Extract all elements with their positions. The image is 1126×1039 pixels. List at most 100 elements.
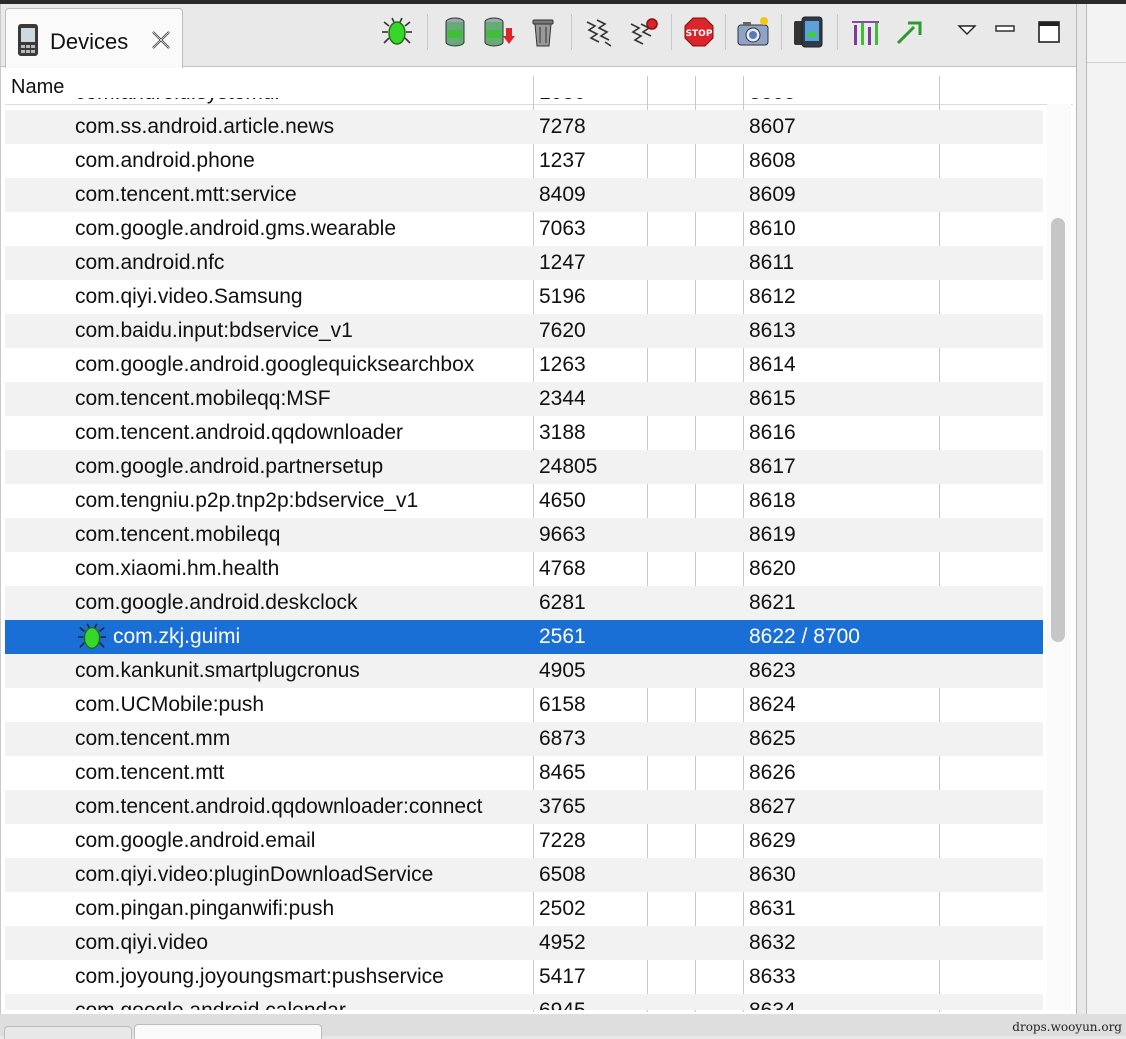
- minimize-icon[interactable]: [987, 14, 1023, 50]
- dump-hprof-icon[interactable]: [481, 14, 517, 50]
- process-name: com.tencent.mobileqq: [75, 523, 281, 546]
- table-row[interactable]: com.android.phone 1237 8608: [5, 144, 1043, 178]
- table-row[interactable]: com.tencent.mtt:service 8409 8609: [5, 178, 1043, 212]
- toolbar-separator: [781, 14, 782, 50]
- table-row[interactable]: com.joyoung.joyoungsmart:pushservice 5417…: [5, 960, 1043, 994]
- debug-port: 8609: [749, 183, 796, 206]
- table-row[interactable]: com.ss.android.article.news 7278 8607: [5, 110, 1043, 144]
- process-name: com.google.android.deskclock: [75, 591, 358, 614]
- table-row[interactable]: com.qiyi.video:pluginDownloadService 6508…: [5, 858, 1043, 892]
- start-method-profiling-icon[interactable]: [625, 14, 661, 50]
- process-name: com.tencent.mm: [75, 727, 231, 750]
- process-pid: 8409: [539, 183, 586, 206]
- table-row[interactable]: com.tengniu.p2p.tnp2p:bdservice_v1 4650 86…: [5, 484, 1043, 518]
- debug-port: 8625: [749, 727, 796, 750]
- process-name: com.qiyi.video:pluginDownloadService: [75, 863, 434, 886]
- debug-port: 8612: [749, 285, 796, 308]
- table-row[interactable]: com.google.android.partnersetup 24805 8617: [5, 450, 1043, 484]
- debug-port: 8630: [749, 863, 796, 886]
- table-row[interactable]: com.google.android.googlequicksearchbox 1…: [5, 348, 1043, 382]
- bottom-tab[interactable]: [4, 1026, 132, 1039]
- debug-port: 8629: [749, 829, 796, 852]
- table-row[interactable]: com.qiyi.video 4952 8632: [5, 926, 1043, 960]
- table-row[interactable]: com.tencent.mobileqq:MSF 2344 8615: [5, 382, 1043, 416]
- toolbar-separator: [571, 14, 572, 50]
- side-panel: [1086, 4, 1126, 1014]
- table-row[interactable]: com.baidu.input:bdservice_v1 7620 8613: [5, 314, 1043, 348]
- scrollbar-thumb[interactable]: [1051, 218, 1065, 642]
- debug-port: 8619: [749, 523, 796, 546]
- screen-capture-icon[interactable]: [735, 14, 771, 50]
- start-opengl-trace-icon[interactable]: [891, 14, 927, 50]
- process-name: com.tencent.mobileqq:MSF: [75, 387, 331, 410]
- process-name: com.tencent.android.qqdownloader:connect: [75, 795, 483, 818]
- process-name: com.android.nfc: [75, 251, 225, 274]
- systrace-icon[interactable]: [847, 14, 883, 50]
- process-name: com.zkj.guimi: [113, 625, 241, 648]
- table-row[interactable]: com.android.nfc 1247 8611: [5, 246, 1043, 280]
- table-row[interactable]: com.pingan.pinganwifi:push 2502 8631: [5, 892, 1043, 926]
- devices-view: Devices STOP Name com.ss.android.article…: [0, 4, 1077, 1014]
- update-heap-icon[interactable]: [437, 14, 473, 50]
- debug-port: 8617: [749, 455, 796, 478]
- process-pid: 5196: [539, 285, 586, 308]
- table-row[interactable]: com.tencent.android.qqdownloader:connect…: [5, 790, 1043, 824]
- debug-port: 8626: [749, 761, 796, 784]
- dump-view-hierarchy-icon[interactable]: [791, 14, 827, 50]
- table-row[interactable]: com.kankunit.smartplugcronus 4905 8623: [5, 654, 1043, 688]
- process-name: com.google.android.calendar: [75, 999, 346, 1010]
- table-row[interactable]: com.google.android.gms.wearable 7063 8610: [5, 212, 1043, 246]
- process-table: com.android.systemui 1030 8605 com.ss.andro…: [5, 98, 1043, 1010]
- table-row[interactable]: com.android.systemui 1030 8605: [5, 98, 1043, 110]
- process-pid: 2561: [539, 625, 586, 648]
- debug-port: 8624: [749, 693, 796, 716]
- table-row[interactable]: com.google.android.deskclock 6281 8621: [5, 586, 1043, 620]
- bottom-tab-active[interactable]: [134, 1024, 322, 1039]
- process-pid: 24805: [539, 455, 598, 478]
- debug-port: 8633: [749, 965, 796, 988]
- maximize-icon[interactable]: [1031, 14, 1067, 50]
- table-row[interactable]: com.google.android.email 7228 8629: [5, 824, 1043, 858]
- process-pid: 7620: [539, 319, 586, 342]
- process-name: com.UCMobile:push: [75, 693, 265, 716]
- process-name: com.pingan.pinganwifi:push: [75, 897, 335, 920]
- table-row[interactable]: com.tencent.mtt 8465 8626: [5, 756, 1043, 790]
- table-row[interactable]: com.xiaomi.hm.health 4768 8620: [5, 552, 1043, 586]
- table-row[interactable]: com.UCMobile:push 6158 8624: [5, 688, 1043, 722]
- process-name: com.tengniu.p2p.tnp2p:bdservice_v1: [75, 489, 419, 512]
- debug-port: 8616: [749, 421, 796, 444]
- process-pid: 7278: [539, 115, 586, 138]
- process-pid: 3188: [539, 421, 586, 444]
- cause-gc-icon[interactable]: [525, 14, 561, 50]
- update-threads-icon[interactable]: [581, 14, 617, 50]
- svg-text:STOP: STOP: [686, 29, 713, 39]
- table-row-selected[interactable]: com.zkj.guimi 2561 8622 / 8700: [5, 620, 1043, 654]
- tab-devices[interactable]: Devices: [5, 8, 183, 68]
- watermark: drops.wooyun.org: [1012, 1020, 1122, 1034]
- debug-port: 8618: [749, 489, 796, 512]
- debug-port: 8610: [749, 217, 796, 240]
- table-row[interactable]: com.tencent.mobileqq 9663 8619: [5, 518, 1043, 552]
- table-row[interactable]: com.tencent.mm 6873 8625: [5, 722, 1043, 756]
- process-pid: 1263: [539, 353, 586, 376]
- process-name: com.qiyi.video: [75, 931, 209, 954]
- debug-port: 8607: [749, 115, 796, 138]
- process-name: com.google.android.partnersetup: [75, 455, 384, 478]
- stop-process-icon[interactable]: STOP: [681, 14, 717, 50]
- table-row[interactable]: com.qiyi.video.Samsung 5196 8612: [5, 280, 1043, 314]
- column-header-name[interactable]: Name: [11, 76, 64, 99]
- debug-port: 8634: [749, 999, 796, 1010]
- debug-port: 8627: [749, 795, 796, 818]
- debug-port: 8632: [749, 931, 796, 954]
- side-panel-divider: [1087, 62, 1126, 63]
- debug-port: 8605: [749, 98, 796, 105]
- process-name: com.baidu.input:bdservice_v1: [75, 319, 353, 342]
- process-name: com.qiyi.video.Samsung: [75, 285, 303, 308]
- process-pid: 4952: [539, 931, 586, 954]
- debug-bug-icon[interactable]: [379, 14, 415, 50]
- table-row[interactable]: com.tencent.android.qqdownloader 3188 8616: [5, 416, 1043, 450]
- debug-port: 8608: [749, 149, 796, 172]
- table-row[interactable]: com.google.android.calendar 6945 8634: [5, 994, 1043, 1010]
- view-menu-icon[interactable]: [949, 14, 985, 50]
- close-icon[interactable]: [148, 27, 174, 58]
